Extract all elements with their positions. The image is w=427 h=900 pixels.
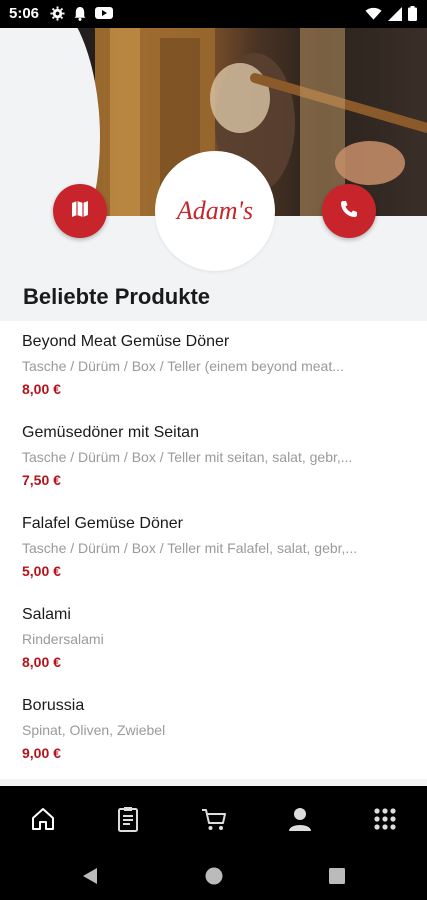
product-name: Borussia [22,697,85,714]
youtube-icon [95,6,113,26]
nav-account[interactable] [285,806,315,836]
product-name: Salami [22,606,71,623]
bottom-navigation [0,786,427,856]
nav-menu-card[interactable] [113,806,143,836]
product-description: Tasche / Dürüm / Box / Teller (einem bey… [22,358,344,374]
restaurant-logo: Adam's [155,151,275,271]
product-item[interactable]: Beyond Meat Gemüse Döner Tasche / Dürüm … [0,321,427,412]
product-name: Falafel Gemüse Döner [22,515,183,532]
status-bar: 5:06 [0,0,427,28]
nav-home[interactable] [28,806,58,836]
cart-icon [200,805,228,838]
product-description: Tasche / Dürüm / Box / Teller mit Falafe… [22,540,358,556]
battery-icon [408,6,417,26]
nav-cart[interactable] [199,806,229,836]
gear-icon [50,6,65,26]
status-time: 5:06 [9,5,40,22]
product-price: 8,00 € [22,654,61,670]
product-description: Spinat, Oliven, Zwiebel [22,722,166,738]
phone-button[interactable] [322,184,376,238]
product-description: Rindersalami [22,631,104,647]
wifi-icon [365,7,382,26]
account-icon [287,806,313,837]
nav-more[interactable] [370,806,400,836]
product-price: 7,50 € [22,472,61,488]
grid-menu-icon [373,807,397,836]
recents-icon[interactable] [328,867,346,890]
home-circle-icon[interactable] [204,866,224,891]
back-icon[interactable] [81,866,99,891]
product-description: Tasche / Dürüm / Box / Teller mit seitan… [22,449,353,465]
product-item[interactable]: Gemüsedöner mit Seitan Tasche / Dürüm / … [0,412,427,503]
product-name: Gemüsedöner mit Seitan [22,424,199,441]
product-price: 9,00 € [22,745,61,761]
map-button[interactable] [53,184,107,238]
product-list: Beyond Meat Gemüse Döner Tasche / Dürüm … [0,321,427,779]
section-title: Beliebte Produkte [23,284,211,309]
phone-icon [339,199,359,224]
menu-card-icon [116,805,140,838]
product-item[interactable]: Salami Rindersalami 8,00 € [0,594,427,685]
status-right-icons [365,6,417,26]
home-icon [29,805,57,838]
app-content: Adam's Beliebte Produkte Beyond Meat Gem… [0,28,427,786]
signal-icon [388,6,402,26]
system-navigation [0,856,427,900]
logo-text: Adam's [176,196,254,225]
map-icon [70,199,90,224]
notification-bell-icon [73,6,87,26]
product-name: Beyond Meat Gemüse Döner [22,333,230,350]
status-left-icons [50,6,113,26]
product-item[interactable]: Falafel Gemüse Döner Tasche / Dürüm / Bo… [0,503,427,594]
product-price: 8,00 € [22,381,61,397]
product-price: 5,00 € [22,563,61,579]
product-item[interactable]: Borussia Spinat, Oliven, Zwiebel 9,00 € [0,685,427,776]
